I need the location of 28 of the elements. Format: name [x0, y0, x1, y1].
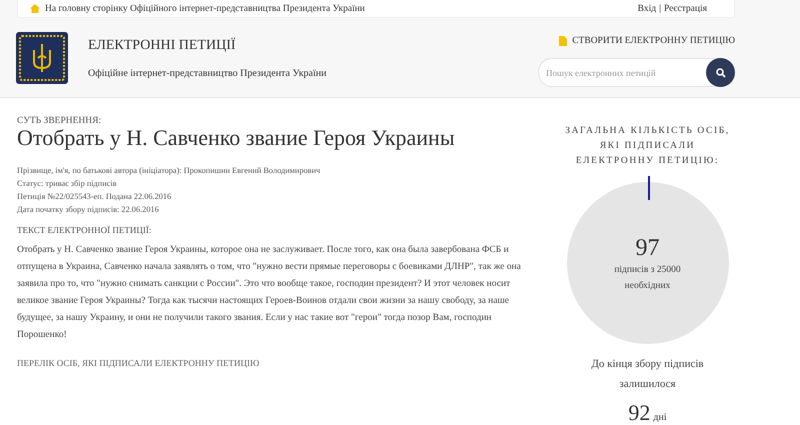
trident-logo-icon [16, 32, 68, 84]
home-icon [30, 4, 40, 13]
petition-text: Отобрать у Н. Савченко звание Героя Украины, которое она не заслуживает. После того, как она была завербована ФСБ и отпущена в Украина, Савченко начала заявлять о том, что "нужно вести прямые переговоры с боевиками ДЛНР", так же она заявила про то, что "нужно снимать санкции с России". Это что вообще такое, господин президент? И этот человек носит великое звание Героя Украины? Тогда как тысячи настоящих Героев-Воинов отдали свои жизни за нашу свободу, за наше будущее, за нашу Украину, и они не получили такого звания. Если у нас такие вот "герои" тогда позор Вам, господин Порошенко! [17, 244, 522, 342]
petition-meta: Петиція №22/025543-еп. Подана 22.06.2016 [17, 191, 172, 204]
remaining-label: До кінця збору підписів залишилося [590, 357, 705, 392]
petition-meta: Статус: триває збір підписів [17, 178, 118, 190]
separator: | [659, 4, 661, 14]
search-button[interactable] [706, 58, 735, 87]
register-link[interactable]: Реєстрація [664, 4, 707, 14]
petition-title: Отобрать у Н. Савченко звание Героя Украины [17, 126, 456, 150]
text-label: ТЕКСТ ЕЛЕКТРОННОЇ ПЕТИЦІЇ: [17, 225, 152, 236]
days-unit: дні [653, 412, 667, 423]
signature-count: 97 [636, 235, 660, 262]
create-petition-link[interactable]: СТВОРИТИ ЕЛЕКТРОННУ ПЕТИЦІЮ [559, 36, 735, 46]
days-count: 92 [628, 400, 650, 425]
login-link[interactable]: Вхід [638, 4, 656, 14]
site-subtitle: Офіційне інтернет-представництво Президента України [88, 68, 326, 79]
petition-meta: Прізвище, ім'я, по батькові автора (ініціатора): Прокопишин Евгений Володимирович [17, 165, 322, 178]
search-icon [716, 68, 726, 78]
signatures-heading: ЗАГАЛЬНА КІЛЬКІСТЬ ОСІБ, ЯКІ ПІДПИСАЛИ ЕЛЕКТРОННУ ПЕТИЦІЮ: [565, 125, 730, 168]
document-icon [559, 36, 568, 46]
count-caption: підписів з 25000 необхідних [613, 264, 682, 293]
essence-label: СУТЬ ЗВЕРНЕННЯ: [17, 116, 102, 126]
signers-link[interactable]: ПЕРЕЛІК ОСІБ, ЯКІ ПІДПИСАЛИ ЕЛЕКТРОННУ ПЕТИЦІЮ [17, 358, 532, 368]
site-title: ЕЛЕКТРОННІ ПЕТИЦІЇ [88, 38, 237, 54]
home-link[interactable]: На головну сторінку Офіційного інтернет-представництва Президента України [30, 4, 365, 14]
progress-marker [648, 176, 650, 200]
petition-meta: Дата початку збору підписів: 22.06.2016 [17, 204, 160, 216]
